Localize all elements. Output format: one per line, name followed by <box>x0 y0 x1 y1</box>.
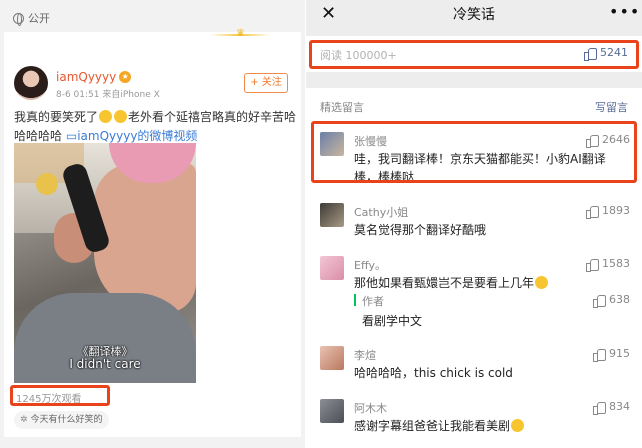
commenter-avatar[interactable] <box>320 203 344 227</box>
commenter-avatar[interactable] <box>320 399 344 423</box>
video-link-text[interactable]: iamQyyyy的微博视频 <box>77 129 197 143</box>
comment-text: 莫名觉得那个翻译好酷哦 <box>354 223 487 237</box>
hot-topic-text[interactable]: 今天有什么好笑的 <box>31 411 103 429</box>
hot-topic-chip[interactable]: ✲ 今天有什么好笑的 <box>14 411 109 429</box>
comment-like-count: 1893 <box>602 204 630 217</box>
globe-icon <box>13 12 24 26</box>
user-name[interactable]: iamQyyyy ★ <box>56 70 132 84</box>
laugh-emoji-icon <box>99 110 113 123</box>
comment-like-count: 834 <box>609 400 630 413</box>
comment-like-count: 915 <box>609 347 630 360</box>
reply-text: 看剧学中文 <box>362 314 423 328</box>
video-link[interactable]: ▭iamQyyyy的微博视频 <box>66 129 198 143</box>
comment-like-button[interactable]: 915 <box>593 347 630 362</box>
post-topbar: 公开 <box>0 0 305 32</box>
user-name-text[interactable]: iamQyyyy <box>56 70 116 84</box>
commenter-name[interactable]: Effy。 <box>354 257 386 273</box>
comment-item: 李煊 915 哈哈哈哈，this chick is cold <box>320 346 630 386</box>
video-subtitle-en: I didn't care <box>69 357 141 371</box>
vip-badge-icon: ★ <box>119 71 132 83</box>
comment-text: 哈哈哈哈，this chick is cold <box>354 366 513 380</box>
author-reply: 作者 638 看剧学中文 <box>320 276 630 328</box>
commenter-avatar[interactable] <box>320 346 344 370</box>
video-player[interactable]: 《翻译棒》 I didn't care <box>14 143 196 383</box>
visibility-label: 公开 <box>13 10 50 26</box>
thumbs-up-icon[interactable] <box>593 348 606 362</box>
post-text-part1: 我真的要笑死了 <box>14 110 99 124</box>
reply-indicator <box>354 294 356 306</box>
reply-like-count: 638 <box>609 293 630 306</box>
comment-highlight <box>311 121 637 183</box>
follow-button[interactable]: + 关注 <box>244 73 288 93</box>
comment-item: 阿木木 834 感谢字幕组爸爸让我能看美剧 <box>320 399 630 439</box>
sparkle-icon: ✲ <box>20 415 28 425</box>
section-title: 精选留言 <box>320 101 364 114</box>
thumbs-up-icon[interactable] <box>593 401 606 415</box>
article-comments-panel: ✕ 冷笑话 ••• 阅读 100000+ 5241 精选留言 写留言 张慢慢 2… <box>306 0 642 448</box>
reply-author: 作者 <box>362 295 384 308</box>
post-meta: 8-6 01:51 来自iPhone X <box>56 90 160 100</box>
read-count-highlight <box>309 40 639 69</box>
nav-title: 冷笑话 <box>453 7 495 23</box>
comment-like-button[interactable]: 834 <box>593 400 630 415</box>
comment-item: Cathy小姐 1893 莫名觉得那个翻译好酷哦 <box>320 203 630 243</box>
more-icon[interactable]: ••• <box>609 2 640 21</box>
user-avatar[interactable] <box>14 66 48 100</box>
write-comment-link[interactable]: 写留言 <box>595 99 628 115</box>
post-text: 我真的要笑死了 老外看个延禧宫略真的好辛苦哈哈哈哈哈 ▭iamQyyyy的微博视频 <box>14 108 298 146</box>
nav-bar: ✕ 冷笑话 ••• <box>306 0 642 30</box>
commenter-name[interactable]: 阿木木 <box>354 400 387 416</box>
comment-text: 感谢字幕组爸爸让我能看美剧 <box>354 417 626 435</box>
thumbs-up-icon[interactable] <box>586 205 599 219</box>
comment-like-count: 1583 <box>602 257 630 270</box>
thumbs-up-icon[interactable] <box>586 258 599 272</box>
reply-like-button[interactable]: 638 <box>593 293 630 308</box>
comment-like-button[interactable]: 1583 <box>586 257 630 272</box>
weibo-post-panel: 公开 ♛ iamQyyyy ★ 8-6 01:51 来自iPhone X + 关… <box>0 0 305 448</box>
visibility-text: 公开 <box>28 12 50 25</box>
thumbs-up-icon[interactable] <box>593 294 606 308</box>
commenter-name[interactable]: Cathy小姐 <box>354 204 408 220</box>
view-count-highlight <box>10 385 110 406</box>
comment-like-button[interactable]: 1893 <box>586 204 630 219</box>
commenter-name[interactable]: 李煊 <box>354 347 376 363</box>
grin-emoji-icon <box>511 419 525 432</box>
comment-item: Effy。 1583 那他如果看甄嬛岂不是要看上几年 作者 638 看剧学中文 <box>320 256 630 336</box>
comment-text-content: 感谢字幕组爸爸让我能看美剧 <box>354 419 511 433</box>
crown-icon: ♛ <box>236 28 245 39</box>
video-person-head <box>94 163 196 313</box>
laugh-emoji-icon <box>114 110 128 123</box>
video-toy <box>36 173 58 195</box>
